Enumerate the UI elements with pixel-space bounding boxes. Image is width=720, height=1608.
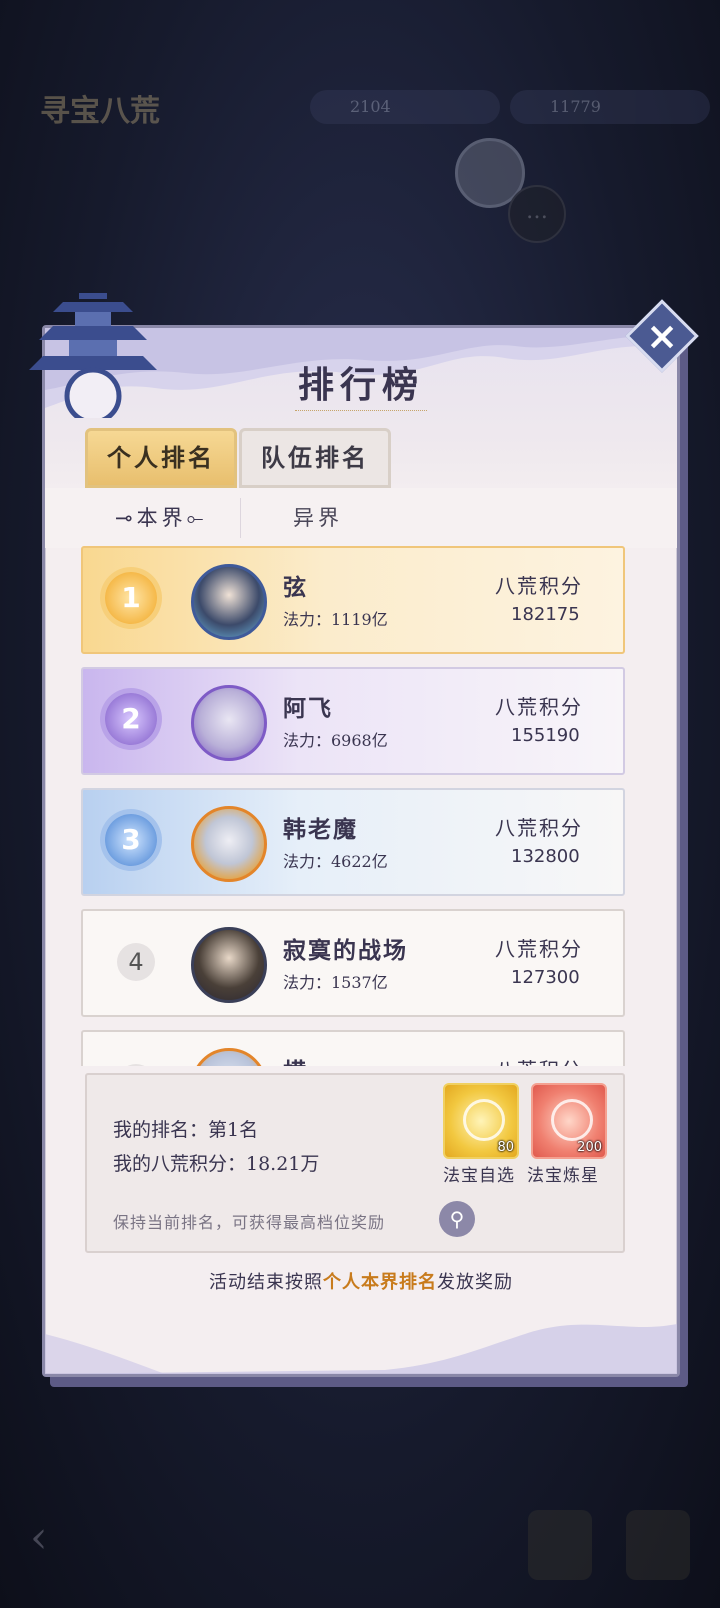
player-power: 法力：1119亿 xyxy=(283,610,388,629)
tab-personal-rank[interactable]: 个人排名 xyxy=(85,428,237,488)
sub-tab-bar: ⊸本界⟜ 异界 xyxy=(45,488,677,548)
highlight-text: 个人本界排名 xyxy=(323,1272,437,1293)
score-label: 八荒积分 xyxy=(495,816,583,840)
tab-team-rank[interactable]: 队伍排名 xyxy=(239,428,391,488)
title-underline xyxy=(295,404,427,411)
event-title: 寻宝八荒 xyxy=(40,94,160,129)
score-label: 八荒积分 xyxy=(495,937,583,961)
close-icon[interactable]: × xyxy=(636,310,688,362)
score-value: 182175 xyxy=(511,604,580,625)
reward-item-1[interactable]: 80 xyxy=(443,1083,519,1159)
subtab-other-realm[interactable]: 异界 xyxy=(293,502,343,532)
avatar[interactable] xyxy=(191,927,267,1003)
resource-counter-1: 2104 xyxy=(310,90,500,124)
avatar[interactable] xyxy=(191,685,267,761)
reward-count: 80 xyxy=(497,1140,514,1155)
player-power: 法力：6968亿 xyxy=(283,731,388,750)
avatar[interactable] xyxy=(191,564,267,640)
treasure-choice-icon xyxy=(463,1099,505,1141)
panel-title: 排行榜 xyxy=(297,364,424,406)
reward-name: 法宝炼星 xyxy=(527,1166,599,1186)
score-value: 132800 xyxy=(511,846,580,867)
my-rank-card: 我的排名：第1名 我的八荒积分：18.21万 保持当前排名，可获得最高档位奖励 … xyxy=(85,1073,625,1253)
my-rank-text: 我的排名：第1名 xyxy=(113,1119,259,1141)
panel-header-bg: 排行榜 个人排名 队伍排名 xyxy=(29,293,677,498)
player-name: 阿飞 xyxy=(283,695,333,722)
rank-badge: 4 xyxy=(117,943,155,981)
ranking-row-4[interactable]: 4 寂寞的战场 法力：1537亿 八荒积分 127300 xyxy=(81,909,625,1017)
resource-counter-2: 11779 xyxy=(510,90,710,124)
score-label: 八荒积分 xyxy=(495,1054,583,1066)
rank-badge: 1 xyxy=(105,572,157,624)
chat-icon: … xyxy=(508,185,566,243)
rank-badge: 5 xyxy=(117,1064,155,1066)
magnifier-icon[interactable]: ⚲ xyxy=(439,1201,475,1237)
reward-name: 法宝自选 xyxy=(443,1166,515,1186)
crown-icon xyxy=(528,1510,592,1580)
ranking-row-2[interactable]: 2 阿飞 法力：6968亿 八荒积分 155190 xyxy=(81,667,625,775)
reward-rule-note: 活动结束按照个人本界排名发放奖励 xyxy=(209,1272,513,1293)
player-power: 法力：1537亿 xyxy=(283,973,388,992)
leaderboard-panel: 排行榜 个人排名 队伍排名 ⊸本界⟜ 异界 1 弦 法力：1119亿 八荒积分 … xyxy=(29,293,680,1377)
score-value: 127300 xyxy=(511,967,580,988)
ranking-row-5[interactable]: 5 横一 八荒积分 xyxy=(81,1030,625,1066)
subtab-home-realm[interactable]: ⊸本界⟜ xyxy=(115,502,207,532)
player-name: 寂寞的战场 xyxy=(283,937,408,964)
ranking-row-1[interactable]: 1 弦 法力：1119亿 八荒积分 182175 xyxy=(81,546,625,654)
reward-item-2[interactable]: 200 xyxy=(531,1083,607,1159)
subtab-divider xyxy=(240,498,241,538)
player-name: 横一 xyxy=(283,1052,333,1066)
ranking-row-3[interactable]: 3 韩老魔 法力：4622亿 八荒积分 132800 xyxy=(81,788,625,896)
subtab-deco-right-icon: ⟜ xyxy=(186,506,208,530)
rank-badge: 2 xyxy=(105,693,157,745)
avatar[interactable] xyxy=(191,806,267,882)
bottom-wave-decoration xyxy=(45,1324,677,1374)
back-arrow-icon: ‹ xyxy=(30,1512,48,1563)
shop-icon xyxy=(626,1510,690,1580)
my-score-text: 我的八荒积分：18.21万 xyxy=(113,1153,320,1175)
player-power: 法力：4622亿 xyxy=(283,852,388,871)
player-name: 弦 xyxy=(283,574,308,601)
score-value: 155190 xyxy=(511,725,580,746)
player-name: 韩老魔 xyxy=(283,816,358,843)
rank-badge: 3 xyxy=(105,814,157,866)
score-label: 八荒积分 xyxy=(495,695,583,719)
reward-hint: 保持当前排名，可获得最高档位奖励 xyxy=(113,1213,386,1232)
avatar[interactable] xyxy=(191,1048,267,1066)
subtab-deco-left-icon: ⊸ xyxy=(115,506,137,530)
score-label: 八荒积分 xyxy=(495,574,583,598)
reward-count: 200 xyxy=(577,1140,602,1155)
treasure-star-icon xyxy=(551,1099,593,1141)
ranking-list[interactable]: 1 弦 法力：1119亿 八荒积分 182175 2 阿飞 法力：6968亿 八… xyxy=(81,546,625,1066)
